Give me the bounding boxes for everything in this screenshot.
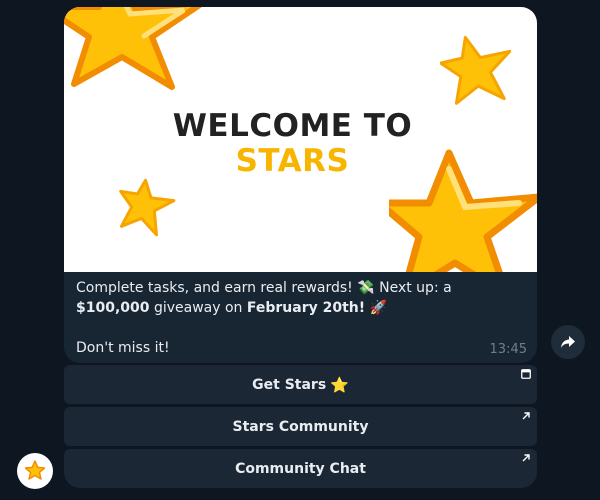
window-icon bbox=[521, 369, 531, 379]
share-arrow-icon bbox=[561, 336, 575, 348]
message-bubble: WELCOME TO STARS Complete tasks, and ear… bbox=[64, 7, 537, 363]
star-avatar-icon bbox=[24, 460, 46, 480]
prize-amount: $100,000 bbox=[76, 300, 150, 316]
star-emoji-icon: ⭐ bbox=[330, 375, 349, 394]
banner-subtitle: STARS bbox=[235, 143, 350, 179]
message-footer-text: Don't miss it! bbox=[76, 340, 170, 356]
button-label: Get Stars bbox=[252, 376, 327, 393]
chat-view: WELCOME TO STARS Complete tasks, and ear… bbox=[0, 0, 600, 500]
message-text-part: Next up: a bbox=[374, 280, 452, 296]
star-decoration-icon bbox=[440, 35, 512, 105]
get-stars-button[interactable]: Get Stars ⭐ bbox=[64, 365, 537, 404]
share-button[interactable] bbox=[551, 325, 585, 359]
bot-avatar[interactable] bbox=[17, 453, 53, 489]
rocket-icon: 🚀 bbox=[369, 300, 388, 316]
external-link-icon bbox=[522, 454, 530, 462]
message-timestamp: 13:45 bbox=[489, 342, 527, 357]
banner-image: WELCOME TO STARS bbox=[64, 7, 537, 272]
external-link-icon bbox=[522, 412, 530, 420]
message-text-part: Complete tasks, and earn real rewards! bbox=[76, 280, 358, 296]
star-decoration-icon bbox=[64, 7, 202, 90]
message-text: Complete tasks, and earn real rewards! 💸… bbox=[76, 278, 526, 358]
button-label: Community Chat bbox=[235, 460, 366, 477]
star-decoration-icon bbox=[119, 178, 176, 237]
message-text-part: giveaway on bbox=[149, 300, 247, 316]
button-label: Stars Community bbox=[232, 418, 369, 435]
community-chat-button[interactable]: Community Chat bbox=[64, 449, 537, 488]
banner-title: WELCOME TO bbox=[172, 108, 413, 144]
stars-community-button[interactable]: Stars Community bbox=[64, 407, 537, 446]
giveaway-date: February 20th! bbox=[246, 300, 366, 316]
money-icon: 💸 bbox=[357, 280, 375, 296]
